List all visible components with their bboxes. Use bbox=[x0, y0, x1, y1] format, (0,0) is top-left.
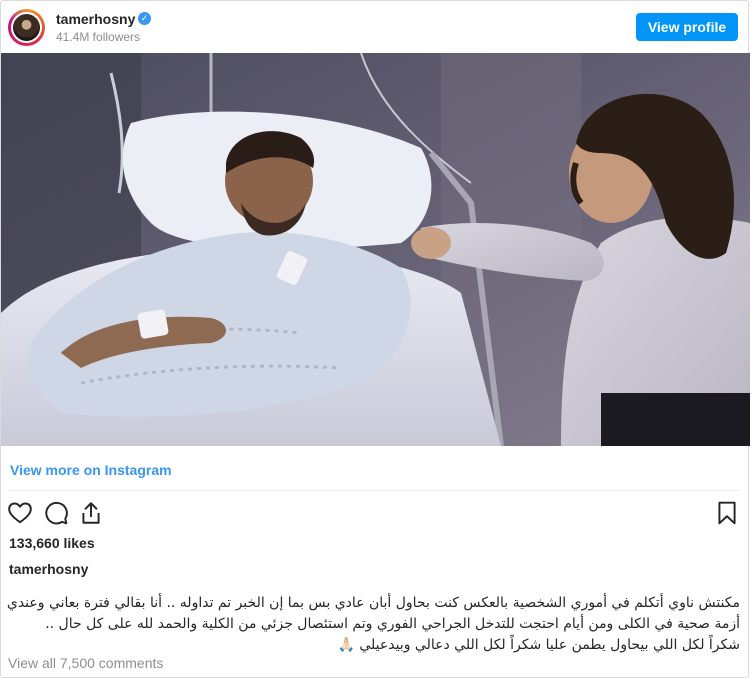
share-icon[interactable] bbox=[78, 500, 104, 526]
post-caption: مكنتش ناوي أتكلم في أموري الشخصية بالعكس… bbox=[5, 593, 740, 656]
instagram-embed-card: tamerhosny ✓ 41.4M followers View profil… bbox=[0, 0, 750, 678]
post-photo[interactable] bbox=[1, 53, 750, 446]
view-comments-link[interactable]: View all 7,500 comments bbox=[8, 655, 163, 671]
avatar-frame bbox=[11, 12, 42, 43]
avatar[interactable] bbox=[8, 9, 45, 46]
caption-line: شكراً لكل اللي بيحاول يطمن عليا شكراً لك… bbox=[337, 637, 740, 653]
action-bar bbox=[1, 497, 748, 529]
heart-icon[interactable] bbox=[7, 500, 33, 526]
avatar-image bbox=[13, 14, 40, 41]
post-header: tamerhosny ✓ 41.4M followers View profil… bbox=[1, 1, 748, 53]
caption-line: أزمة صحية في الكلى ومن أيام احتجت للتدخل… bbox=[45, 616, 740, 632]
caption-username[interactable]: tamerhosny bbox=[9, 561, 88, 577]
divider bbox=[9, 490, 740, 491]
post-photo-illustration bbox=[1, 53, 750, 446]
view-profile-button[interactable]: View profile bbox=[636, 13, 738, 41]
view-more-link[interactable]: View more on Instagram bbox=[10, 462, 172, 478]
followers-count: 41.4M followers bbox=[56, 30, 141, 44]
bookmark-icon[interactable] bbox=[714, 500, 740, 526]
username-link[interactable]: tamerhosny bbox=[56, 11, 135, 27]
comment-icon[interactable] bbox=[43, 500, 69, 526]
likes-count[interactable]: 133,660 likes bbox=[9, 535, 95, 551]
verified-badge-icon: ✓ bbox=[138, 12, 151, 25]
caption-line: مكنتش ناوي أتكلم في أموري الشخصية بالعكس… bbox=[6, 595, 740, 611]
